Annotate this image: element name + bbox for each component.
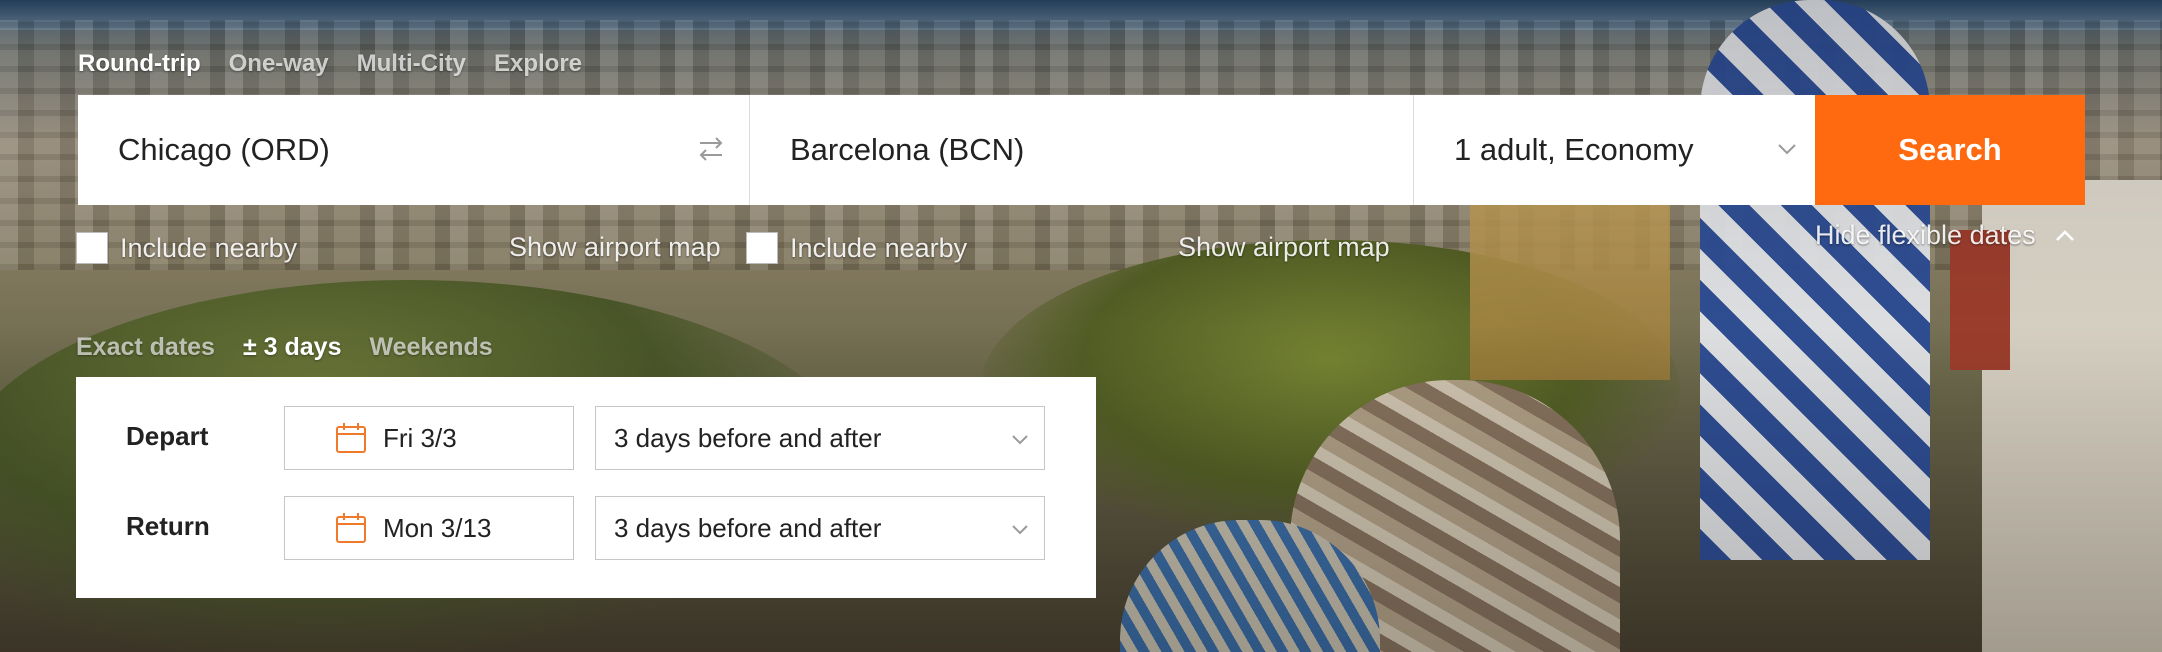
flexible-dates-panel: Depart Fri 3/3 3 days before and after R… [76,377,1096,598]
trip-type-tabs: Round-trip One-way Multi-City Explore [78,50,582,78]
return-flex-select[interactable]: 3 days before and after [595,496,1045,560]
tab-multi-city[interactable]: Multi-City [357,50,466,78]
travelers-select[interactable]: 1 adult, Economy [1414,95,1815,205]
calendar-icon [336,513,366,543]
origin-show-airport-map[interactable]: Show airport map [509,232,721,263]
travelers-value: 1 adult, Economy [1454,132,1694,167]
destination-field[interactable]: Barcelona (BCN) [750,95,1414,205]
destination-include-nearby: Include nearby [746,232,967,264]
depart-date-field[interactable]: Fri 3/3 [284,406,574,470]
return-label: Return [126,511,210,541]
chevron-up-icon [2055,229,2074,241]
return-date-value: Mon 3/13 [383,512,492,543]
depart-date-value: Fri 3/3 [383,422,457,453]
swap-icon[interactable] [695,133,727,165]
origin-field[interactable]: Chicago (ORD) [78,95,750,205]
tab-exact-dates[interactable]: Exact dates [76,333,215,362]
depart-flex-value: 3 days before and after [614,422,882,453]
origin-nearby-checkbox[interactable] [76,232,108,264]
return-row: Return Mon 3/13 3 days before and after [76,496,1096,562]
destination-nearby-checkbox[interactable] [746,232,778,264]
chevron-down-icon [1012,525,1028,535]
destination-show-airport-map[interactable]: Show airport map [1178,232,1390,263]
tab-round-trip[interactable]: Round-trip [78,50,201,78]
hide-flexible-dates-toggle[interactable]: Hide flexible dates [1815,220,2076,251]
tab-explore[interactable]: Explore [494,50,582,78]
return-flex-value: 3 days before and after [614,512,882,543]
origin-nearby-label: Include nearby [120,232,298,263]
calendar-icon [336,423,366,453]
tab-plus-minus-3-days[interactable]: ± 3 days [243,333,342,362]
depart-label: Depart [126,421,209,451]
chevron-down-icon [1778,144,1796,155]
destination-nearby-label: Include nearby [790,232,968,263]
origin-value: Chicago (ORD) [118,132,330,167]
tab-one-way[interactable]: One-way [229,50,329,78]
flight-search-bar: Chicago (ORD) Barcelona (BCN) 1 adult, E… [78,95,2085,205]
chevron-down-icon [1012,435,1028,445]
destination-value: Barcelona (BCN) [790,132,1025,167]
depart-flex-select[interactable]: 3 days before and after [595,406,1045,470]
return-date-field[interactable]: Mon 3/13 [284,496,574,560]
search-button[interactable]: Search [1815,95,2085,205]
origin-include-nearby: Include nearby [76,232,297,264]
tab-weekends[interactable]: Weekends [369,333,492,362]
hide-flexible-dates-label: Hide flexible dates [1815,220,2036,250]
depart-row: Depart Fri 3/3 3 days before and after [76,406,1096,472]
date-mode-tabs: Exact dates ± 3 days Weekends [76,333,493,362]
